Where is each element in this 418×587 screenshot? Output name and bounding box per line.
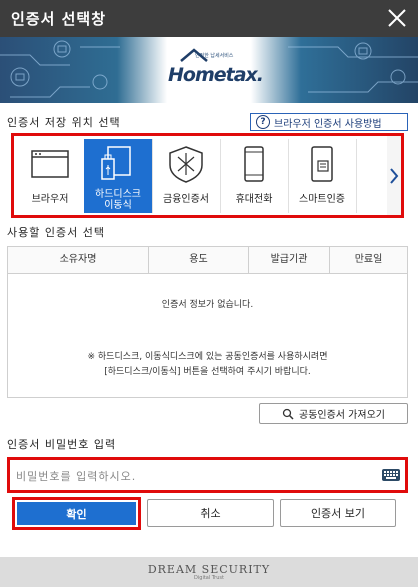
question-icon: ? (256, 115, 270, 129)
logo-subtitle: 안전한 납세서비스 (195, 53, 234, 59)
footer-brand: DREAM SECURITY (147, 563, 271, 576)
password-section-label: 인증서 비밀번호 입력 (7, 438, 117, 451)
cert-empty-message: 인증서 정보가 없습니다. (161, 300, 254, 310)
confirm-button[interactable]: 확인 (17, 502, 136, 525)
footer-tagline: Digital Trust (194, 575, 224, 581)
col-owner[interactable]: 소유자명 (8, 247, 148, 273)
media-item-harddisk[interactable]: 하드디스크 이동식 (84, 139, 153, 213)
window-title: 인증서 선택창 (11, 10, 107, 28)
smart-cert-icon (311, 146, 333, 182)
import-cert-button[interactable]: 공동인증서 가져오기 (259, 403, 408, 424)
search-icon (282, 408, 294, 420)
footer: DREAM SECURITY Digital Trust (0, 557, 418, 587)
hometax-banner: 안전한 납세서비스 Hometax. (0, 37, 418, 103)
col-expiry[interactable]: 만료일 (330, 247, 407, 273)
view-cert-button[interactable]: 인증서 보기 (280, 499, 396, 527)
chevron-right-icon (390, 168, 399, 184)
cert-note-line2: [하드디스크/이동식] 버튼을 선택하여 주시기 바랍니다. (104, 367, 311, 377)
media-item-financial-cert[interactable]: 금융인증서 (152, 139, 221, 213)
cert-note-line1: ※ 하드디스크, 이동식디스크에 있는 공동인증서를 사용하시려면 (87, 352, 328, 362)
storage-media-selector: 브라우저 하드디스크 이동식 금융인증서 휴대전화 스마트인증 (11, 133, 404, 218)
financial-cert-icon (169, 146, 203, 183)
virtual-keyboard-icon[interactable] (382, 469, 400, 481)
media-label-harddisk: 하드디스크 이동식 (95, 189, 141, 211)
password-field-wrapper (7, 457, 408, 493)
media-label-browser: 브라우저 (31, 194, 69, 205)
password-input[interactable] (14, 463, 378, 489)
media-label-financial-cert: 금융인증서 (163, 194, 209, 205)
hometax-logo: 안전한 납세서비스 Hometax. (165, 45, 264, 95)
col-purpose[interactable]: 용도 (149, 247, 248, 273)
col-issuer[interactable]: 발급기관 (249, 247, 329, 273)
security-graphic-right (288, 42, 418, 93)
media-label-smart-cert: 스마트인증 (299, 194, 345, 205)
cert-section-label: 사용할 인증서 선택 (7, 226, 105, 239)
usb-drive-icon (101, 146, 131, 180)
logo-text: Hometax. (168, 64, 264, 86)
cert-table: 소유자명 용도 발급기관 만료일 인증서 정보가 없습니다. ※ 하드디스크, … (7, 246, 408, 398)
media-item-mobile[interactable]: 휴대전화 (220, 139, 289, 213)
help-button-label: 브라우저 인증서 사용방법 (274, 118, 382, 130)
confirm-button-highlight: 확인 (12, 497, 141, 530)
media-item-browser[interactable]: 브라우저 (16, 139, 85, 213)
storage-section-label: 인증서 저장 위치 선택 (7, 116, 121, 129)
cert-note: ※ 하드디스크, 이동식디스크에 있는 공동인증서를 사용하시려면 [하드디스크… (8, 350, 407, 380)
title-bar: 인증서 선택창 (0, 0, 418, 37)
media-item-smart-cert[interactable]: 스마트인증 (288, 139, 357, 213)
security-graphic-left (0, 40, 120, 98)
cancel-button[interactable]: 취소 (147, 499, 274, 527)
close-icon[interactable] (386, 7, 408, 29)
browser-cert-help-button[interactable]: ? 브라우저 인증서 사용방법 (250, 113, 408, 131)
media-label-mobile: 휴대전화 (235, 194, 273, 205)
mobile-phone-icon (244, 146, 264, 182)
media-scroll-right[interactable] (387, 136, 401, 215)
import-button-label: 공동인증서 가져오기 (299, 410, 385, 421)
cert-table-header: 소유자명 용도 발급기관 만료일 (8, 247, 407, 274)
browser-window-icon (31, 150, 69, 178)
